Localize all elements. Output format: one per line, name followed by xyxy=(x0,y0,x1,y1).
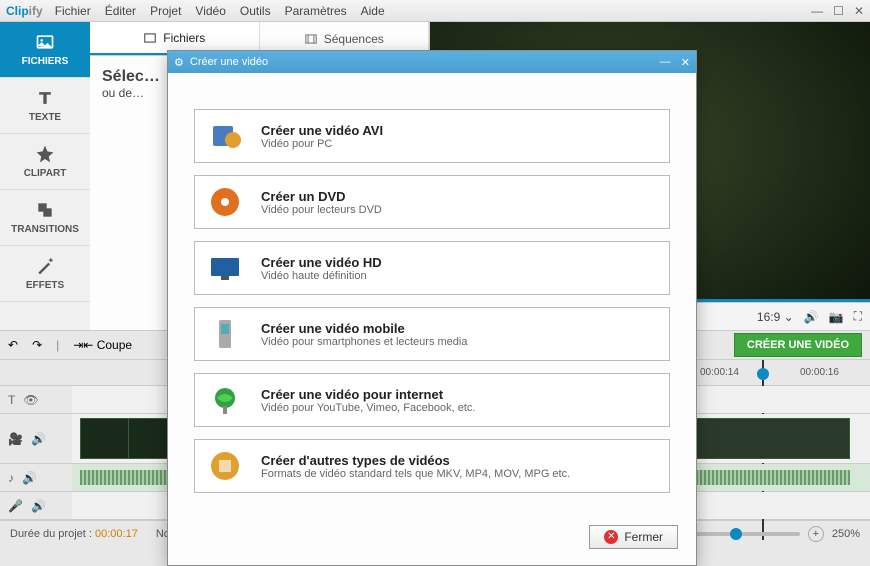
menu-editer[interactable]: Éditer xyxy=(105,4,136,18)
export-option-2[interactable]: Créer une vidéo HDVidéo haute définition xyxy=(194,241,670,295)
sidebar-item-texte[interactable]: TEXTE xyxy=(0,78,90,134)
video-track-icon: 🎥 xyxy=(8,432,23,446)
text-track-icon: T xyxy=(8,393,15,407)
zoom-value: 250% xyxy=(832,528,860,540)
time-mark: 00:00:14 xyxy=(700,367,739,378)
close-window-icon[interactable]: ✕ xyxy=(854,4,864,18)
menu-outils[interactable]: Outils xyxy=(240,4,271,18)
sidebar-item-fichiers[interactable]: FICHIERS xyxy=(0,22,90,78)
time-mark: 00:00:16 xyxy=(800,367,839,378)
minimize-icon[interactable]: — xyxy=(660,56,671,69)
mic-track-icon: 🎤 xyxy=(8,499,23,513)
volume-icon[interactable]: 🔊 xyxy=(804,310,819,324)
close-x-icon: ✕ xyxy=(604,530,618,544)
sidebar: FICHIERS TEXTE CLIPART TRANSITIONS EFFET… xyxy=(0,22,90,330)
option-icon xyxy=(207,250,243,286)
music-track-icon: ♪ xyxy=(8,471,14,485)
image-icon xyxy=(35,32,55,52)
visibility-icon[interactable]: 👁 xyxy=(23,393,38,407)
star-icon xyxy=(35,144,55,164)
option-desc: Vidéo pour smartphones et lecteurs media xyxy=(261,336,467,348)
volume-icon[interactable]: 🔊 xyxy=(31,432,46,446)
text-icon xyxy=(35,88,55,108)
dialog-title: Créer une vidéo xyxy=(190,56,268,68)
option-icon xyxy=(207,118,243,154)
tab-label: Fichiers xyxy=(163,31,205,45)
sidebar-label: TEXTE xyxy=(29,112,61,123)
export-option-5[interactable]: Créer d'autres types de vidéosFormats de… xyxy=(194,439,670,493)
option-title: Créer une vidéo HD xyxy=(261,255,382,270)
aspect-ratio-label[interactable]: 16:9 ⌄ xyxy=(757,310,794,324)
create-video-dialog: ⚙ Créer une vidéo — ✕ Créer une vidéo AVI… xyxy=(167,50,697,566)
gear-icon: ⚙ xyxy=(174,56,184,69)
option-icon xyxy=(207,184,243,220)
export-option-0[interactable]: Créer une vidéo AVIVidéo pour PC xyxy=(194,109,670,163)
volume-icon[interactable]: 🔊 xyxy=(22,471,37,485)
layers-icon xyxy=(35,200,55,220)
volume-icon[interactable]: 🔊 xyxy=(31,499,46,513)
menu-aide[interactable]: Aide xyxy=(361,4,385,18)
fullscreen-icon[interactable]: ⛶ xyxy=(854,309,862,324)
menu-video[interactable]: Vidéo xyxy=(195,4,225,18)
film-icon xyxy=(304,32,318,46)
option-desc: Vidéo haute définition xyxy=(261,270,382,282)
project-duration: Durée du projet : 00:00:17 xyxy=(10,528,138,540)
menu-projet[interactable]: Projet xyxy=(150,4,181,18)
image-icon xyxy=(143,31,157,45)
close-button[interactable]: ✕ Fermer xyxy=(589,525,678,549)
snapshot-icon[interactable]: 📷 xyxy=(829,310,844,324)
sidebar-label: CLIPART xyxy=(24,168,67,179)
tab-label: Séquences xyxy=(324,32,384,46)
option-desc: Vidéo pour YouTube, Vimeo, Facebook, etc… xyxy=(261,402,475,414)
sidebar-label: TRANSITIONS xyxy=(11,224,79,235)
option-desc: Vidéo pour PC xyxy=(261,138,383,150)
sidebar-item-clipart[interactable]: CLIPART xyxy=(0,134,90,190)
minimize-icon[interactable]: — xyxy=(811,4,823,18)
sidebar-item-effets[interactable]: EFFETS xyxy=(0,246,90,302)
export-option-4[interactable]: Créer une vidéo pour internetVidéo pour … xyxy=(194,373,670,427)
option-title: Créer une vidéo pour internet xyxy=(261,387,475,402)
option-desc: Vidéo pour lecteurs DVD xyxy=(261,204,382,216)
close-label: Fermer xyxy=(624,530,663,544)
option-desc: Formats de vidéo standard tels que MKV, … xyxy=(261,468,570,480)
wand-icon xyxy=(35,256,55,276)
option-title: Créer un DVD xyxy=(261,189,382,204)
menu-parametres[interactable]: Paramètres xyxy=(285,4,347,18)
menu-fichier[interactable]: Fichier xyxy=(55,4,91,18)
main-menu: Fichier Éditer Projet Vidéo Outils Param… xyxy=(55,4,385,18)
option-title: Créer d'autres types de vidéos xyxy=(261,453,570,468)
sidebar-item-transitions[interactable]: TRANSITIONS xyxy=(0,190,90,246)
export-option-1[interactable]: Créer un DVDVidéo pour lecteurs DVD xyxy=(194,175,670,229)
option-icon xyxy=(207,448,243,484)
option-title: Créer une vidéo mobile xyxy=(261,321,467,336)
option-title: Créer une vidéo AVI xyxy=(261,123,383,138)
maximize-icon[interactable]: ☐ xyxy=(833,4,844,18)
undo-button[interactable]: ↶ xyxy=(8,338,18,352)
option-icon xyxy=(207,316,243,352)
sidebar-label: EFFETS xyxy=(26,280,64,291)
create-video-button[interactable]: CRÉER UNE VIDÉO xyxy=(734,333,862,357)
option-icon xyxy=(207,382,243,418)
app-logo: Clipify xyxy=(6,4,43,18)
zoom-in-button[interactable]: + xyxy=(808,526,824,542)
export-option-3[interactable]: Créer une vidéo mobileVidéo pour smartph… xyxy=(194,307,670,361)
dialog-title-bar[interactable]: ⚙ Créer une vidéo — ✕ xyxy=(168,51,696,73)
close-icon[interactable]: ✕ xyxy=(681,56,690,69)
redo-button[interactable]: ↷ xyxy=(32,338,42,352)
title-bar: Clipify Fichier Éditer Projet Vidéo Outi… xyxy=(0,0,870,22)
sidebar-label: FICHIERS xyxy=(22,56,69,67)
cut-tool[interactable]: ⇥⇤ Coupe xyxy=(73,338,132,352)
